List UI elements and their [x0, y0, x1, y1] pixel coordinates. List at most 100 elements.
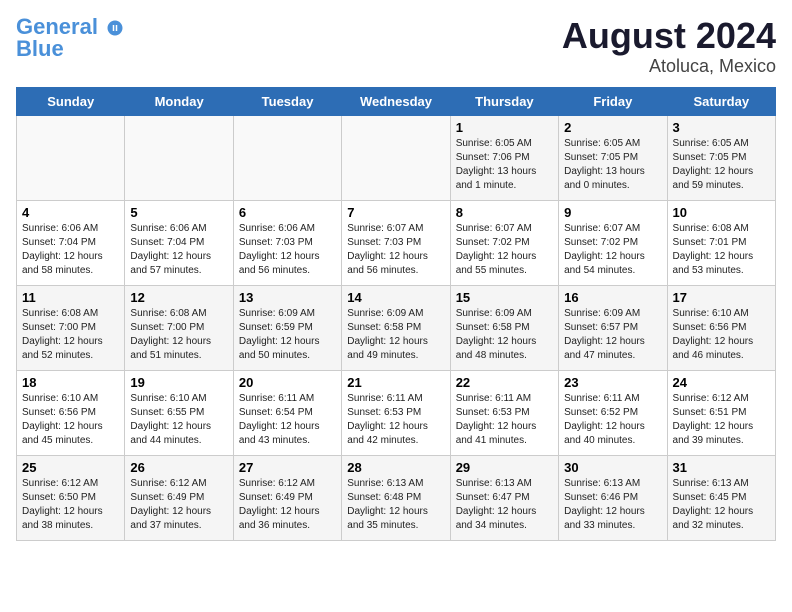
day-info: Sunrise: 6:10 AM Sunset: 6:56 PM Dayligh… [673, 307, 770, 363]
day-number: 25 [22, 460, 119, 475]
day-info: Sunrise: 6:11 AM Sunset: 6:53 PM Dayligh… [456, 392, 553, 448]
day-info: Sunrise: 6:07 AM Sunset: 7:03 PM Dayligh… [347, 222, 444, 278]
day-info: Sunrise: 6:07 AM Sunset: 7:02 PM Dayligh… [564, 222, 661, 278]
calendar-cell: 5 Sunrise: 6:06 AM Sunset: 7:04 PM Daylig… [125, 200, 233, 285]
calendar-cell: 3 Sunrise: 6:05 AM Sunset: 7:05 PM Daylig… [667, 115, 775, 200]
day-info: Sunrise: 6:11 AM Sunset: 6:52 PM Dayligh… [564, 392, 661, 448]
day-info: Sunrise: 6:08 AM Sunset: 7:00 PM Dayligh… [130, 307, 227, 363]
day-info: Sunrise: 6:07 AM Sunset: 7:02 PM Dayligh… [456, 222, 553, 278]
day-number: 20 [239, 375, 336, 390]
day-info: Sunrise: 6:10 AM Sunset: 6:55 PM Dayligh… [130, 392, 227, 448]
day-number: 21 [347, 375, 444, 390]
day-number: 19 [130, 375, 227, 390]
calendar-cell [233, 115, 341, 200]
day-number: 31 [673, 460, 770, 475]
day-number: 5 [130, 205, 227, 220]
day-info: Sunrise: 6:10 AM Sunset: 6:56 PM Dayligh… [22, 392, 119, 448]
day-info: Sunrise: 6:08 AM Sunset: 7:01 PM Dayligh… [673, 222, 770, 278]
calendar-cell: 19 Sunrise: 6:10 AM Sunset: 6:55 PM Dayli… [125, 370, 233, 455]
calendar-cell: 31 Sunrise: 6:13 AM Sunset: 6:45 PM Dayli… [667, 455, 775, 540]
calendar-table: SundayMondayTuesdayWednesdayThursdayFrid… [16, 87, 776, 541]
calendar-cell: 10 Sunrise: 6:08 AM Sunset: 7:01 PM Dayli… [667, 200, 775, 285]
location: Atoluca, Mexico [562, 56, 776, 77]
weekday-header-wednesday: Wednesday [342, 87, 450, 115]
calendar-cell: 20 Sunrise: 6:11 AM Sunset: 6:54 PM Dayli… [233, 370, 341, 455]
calendar-cell: 28 Sunrise: 6:13 AM Sunset: 6:48 PM Dayli… [342, 455, 450, 540]
day-info: Sunrise: 6:06 AM Sunset: 7:03 PM Dayligh… [239, 222, 336, 278]
day-info: Sunrise: 6:12 AM Sunset: 6:49 PM Dayligh… [239, 477, 336, 533]
day-number: 15 [456, 290, 553, 305]
weekday-header-sunday: Sunday [17, 87, 125, 115]
day-number: 30 [564, 460, 661, 475]
day-number: 26 [130, 460, 227, 475]
day-info: Sunrise: 6:06 AM Sunset: 7:04 PM Dayligh… [130, 222, 227, 278]
calendar-week-1: 1 Sunrise: 6:05 AM Sunset: 7:06 PM Daylig… [17, 115, 776, 200]
calendar-body: 1 Sunrise: 6:05 AM Sunset: 7:06 PM Daylig… [17, 115, 776, 540]
day-number: 2 [564, 120, 661, 135]
calendar-cell: 14 Sunrise: 6:09 AM Sunset: 6:58 PM Dayli… [342, 285, 450, 370]
logo: General Blue [16, 16, 124, 62]
day-info: Sunrise: 6:06 AM Sunset: 7:04 PM Dayligh… [22, 222, 119, 278]
day-number: 17 [673, 290, 770, 305]
day-number: 29 [456, 460, 553, 475]
calendar-week-2: 4Sunrise: 6:06 AM Sunset: 7:04 PM Daylig… [17, 200, 776, 285]
day-number: 18 [22, 375, 119, 390]
calendar-cell: 24Sunrise: 6:12 AM Sunset: 6:51 PM Dayli… [667, 370, 775, 455]
logo-text: General [16, 16, 124, 38]
day-number: 1 [456, 120, 553, 135]
calendar-cell: 9 Sunrise: 6:07 AM Sunset: 7:02 PM Daylig… [559, 200, 667, 285]
calendar-header: SundayMondayTuesdayWednesdayThursdayFrid… [17, 87, 776, 115]
day-number: 9 [564, 205, 661, 220]
day-info: Sunrise: 6:09 AM Sunset: 6:57 PM Dayligh… [564, 307, 661, 363]
page-header: General Blue August 2024 Atoluca, Mexico [16, 16, 776, 77]
day-info: Sunrise: 6:11 AM Sunset: 6:54 PM Dayligh… [239, 392, 336, 448]
day-info: Sunrise: 6:12 AM Sunset: 6:51 PM Dayligh… [673, 392, 770, 448]
day-info: Sunrise: 6:12 AM Sunset: 6:49 PM Dayligh… [130, 477, 227, 533]
calendar-week-5: 25 Sunrise: 6:12 AM Sunset: 6:50 PM Dayli… [17, 455, 776, 540]
calendar-cell: 21 Sunrise: 6:11 AM Sunset: 6:53 PM Dayli… [342, 370, 450, 455]
weekday-header-saturday: Saturday [667, 87, 775, 115]
calendar-cell [17, 115, 125, 200]
day-number: 10 [673, 205, 770, 220]
calendar-cell: 23Sunrise: 6:11 AM Sunset: 6:52 PM Dayli… [559, 370, 667, 455]
day-info: Sunrise: 6:05 AM Sunset: 7:06 PM Dayligh… [456, 137, 553, 193]
day-number: 7 [347, 205, 444, 220]
calendar-cell: 18 Sunrise: 6:10 AM Sunset: 6:56 PM Dayli… [17, 370, 125, 455]
day-number: 14 [347, 290, 444, 305]
day-number: 12 [130, 290, 227, 305]
weekday-row: SundayMondayTuesdayWednesdayThursdayFrid… [17, 87, 776, 115]
day-info: Sunrise: 6:09 AM Sunset: 6:58 PM Dayligh… [347, 307, 444, 363]
day-info: Sunrise: 6:12 AM Sunset: 6:50 PM Dayligh… [22, 477, 119, 533]
logo-blue: Blue [16, 36, 124, 62]
day-number: 13 [239, 290, 336, 305]
weekday-header-monday: Monday [125, 87, 233, 115]
calendar-cell: 6Sunrise: 6:06 AM Sunset: 7:03 PM Daylig… [233, 200, 341, 285]
calendar-cell: 17 Sunrise: 6:10 AM Sunset: 6:56 PM Dayli… [667, 285, 775, 370]
weekday-header-friday: Friday [559, 87, 667, 115]
day-info: Sunrise: 6:09 AM Sunset: 6:59 PM Dayligh… [239, 307, 336, 363]
day-info: Sunrise: 6:05 AM Sunset: 7:05 PM Dayligh… [673, 137, 770, 193]
day-info: Sunrise: 6:09 AM Sunset: 6:58 PM Dayligh… [456, 307, 553, 363]
calendar-cell: 7 Sunrise: 6:07 AM Sunset: 7:03 PM Daylig… [342, 200, 450, 285]
month-year: August 2024 [562, 16, 776, 56]
day-info: Sunrise: 6:13 AM Sunset: 6:46 PM Dayligh… [564, 477, 661, 533]
calendar-cell: 1 Sunrise: 6:05 AM Sunset: 7:06 PM Daylig… [450, 115, 558, 200]
calendar-cell: 11 Sunrise: 6:08 AM Sunset: 7:00 PM Dayli… [17, 285, 125, 370]
day-number: 28 [347, 460, 444, 475]
calendar-cell: 26 Sunrise: 6:12 AM Sunset: 6:49 PM Dayli… [125, 455, 233, 540]
calendar-cell: 2Sunrise: 6:05 AM Sunset: 7:05 PM Daylig… [559, 115, 667, 200]
calendar-cell: 8 Sunrise: 6:07 AM Sunset: 7:02 PM Daylig… [450, 200, 558, 285]
day-info: Sunrise: 6:13 AM Sunset: 6:45 PM Dayligh… [673, 477, 770, 533]
day-info: Sunrise: 6:13 AM Sunset: 6:48 PM Dayligh… [347, 477, 444, 533]
day-number: 22 [456, 375, 553, 390]
day-info: Sunrise: 6:08 AM Sunset: 7:00 PM Dayligh… [22, 307, 119, 363]
day-info: Sunrise: 6:11 AM Sunset: 6:53 PM Dayligh… [347, 392, 444, 448]
weekday-header-thursday: Thursday [450, 87, 558, 115]
title-section: August 2024 Atoluca, Mexico [562, 16, 776, 77]
day-number: 11 [22, 290, 119, 305]
day-number: 3 [673, 120, 770, 135]
day-number: 8 [456, 205, 553, 220]
calendar-cell: 30 Sunrise: 6:13 AM Sunset: 6:46 PM Dayli… [559, 455, 667, 540]
weekday-header-tuesday: Tuesday [233, 87, 341, 115]
calendar-cell: 27Sunrise: 6:12 AM Sunset: 6:49 PM Dayli… [233, 455, 341, 540]
